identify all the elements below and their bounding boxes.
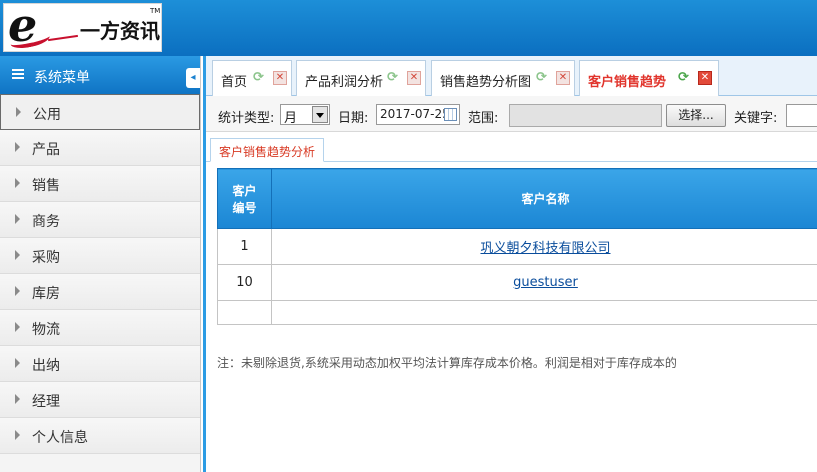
close-icon[interactable]: ✕: [407, 71, 421, 85]
subtab-bar: 客户销售趋势分析: [206, 138, 817, 162]
logo-trademark: TM: [150, 7, 161, 15]
empty-cell: [271, 300, 817, 325]
chevron-down-icon[interactable]: [312, 106, 328, 123]
chevron-right-icon: [15, 286, 20, 296]
sidebar-item-label: 个人信息: [32, 430, 88, 446]
date-input[interactable]: 2017-07-25: [376, 104, 460, 125]
choose-button[interactable]: 选择...: [666, 104, 726, 127]
customer-id-cell: 10: [217, 264, 272, 301]
table-header-row: 客户 编号 客户名称: [217, 168, 817, 229]
subtab-customer-sales-trend-analysis[interactable]: 客户销售趋势分析: [210, 138, 325, 162]
stat-type-label: 统计类型:: [218, 111, 275, 126]
sidebar-item-cashier[interactable]: 出纳: [0, 346, 200, 382]
tab-label: 销售趋势分析图: [440, 75, 532, 90]
sidebar-item-label: 公用: [33, 107, 61, 123]
tab-product-profit[interactable]: 产品利润分析 ⟳ ✕: [296, 60, 426, 96]
sidebar-item-warehouse[interactable]: 库房: [0, 274, 200, 310]
sidebar-item-sales[interactable]: 销售: [0, 166, 200, 202]
menu-list-icon: [12, 69, 24, 80]
logo-text: 一方资讯: [80, 19, 160, 43]
customer-name-cell: 巩义朝夕科技有限公司: [271, 228, 817, 265]
tab-customer-sales-trend[interactable]: 客户销售趋势 ⟳ ✕: [579, 60, 719, 96]
close-icon[interactable]: ✕: [698, 71, 712, 85]
refresh-icon[interactable]: ⟳: [536, 71, 550, 85]
chevron-right-icon: [15, 394, 20, 404]
sidebar-item-label: 产品: [32, 142, 60, 158]
chevron-right-icon: [15, 322, 20, 332]
chevron-right-icon: [15, 250, 20, 260]
filter-toolbar: 统计类型: 月 日期: 2017-07-25 范围: 选择... 关键字:: [206, 96, 817, 132]
chevron-right-icon: [15, 430, 20, 440]
date-value: 2017-07-25: [380, 107, 450, 121]
empty-cell: [217, 300, 272, 325]
keyword-input[interactable]: [786, 104, 817, 127]
table-row: 1 巩义朝夕科技有限公司: [217, 228, 817, 265]
chevron-right-icon: [15, 214, 20, 224]
sidebar-item-label: 采购: [32, 250, 60, 266]
main-panel: 首页 ⟳ ✕ 产品利润分析 ⟳ ✕ 销售趋势分析图 ⟳ ✕ 客户销售趋势 ⟳ ✕…: [203, 56, 817, 472]
date-label: 日期:: [338, 111, 369, 126]
logo: e 一方资讯 TM: [3, 0, 162, 52]
sidebar: 系统菜单 ◂ 公用 产品 销售 商务 采购 库房 物流 出纳 经理 个人信息: [0, 56, 201, 472]
tab-label: 首页: [221, 75, 248, 90]
sidebar-item-product[interactable]: 产品: [0, 130, 200, 166]
sidebar-item-manager[interactable]: 经理: [0, 382, 200, 418]
close-icon[interactable]: ✕: [556, 71, 570, 85]
customer-name-link[interactable]: guestuser: [513, 275, 578, 290]
sidebar-title: 系统菜单: [34, 70, 90, 86]
app-header: e 一方资讯 TM: [0, 0, 817, 56]
range-input[interactable]: [509, 104, 662, 127]
sidebar-item-label: 出纳: [32, 358, 60, 374]
column-header-customer-id[interactable]: 客户 编号: [217, 168, 272, 229]
chevron-right-icon: [16, 107, 21, 117]
table-row-empty: [217, 300, 817, 325]
customer-table: 客户 编号 客户名称 1 巩义朝夕科技有限公司 10 guestuser: [217, 168, 817, 325]
sidebar-item-business[interactable]: 商务: [0, 202, 200, 238]
logo-line: [48, 34, 78, 42]
column-header-customer-name[interactable]: 客户名称: [271, 168, 817, 229]
refresh-icon[interactable]: ⟳: [387, 71, 401, 85]
sidebar-item-label: 库房: [32, 286, 60, 302]
chevron-right-icon: [15, 358, 20, 368]
sidebar-item-label: 经理: [32, 394, 60, 410]
tab-bar: 首页 ⟳ ✕ 产品利润分析 ⟳ ✕ 销售趋势分析图 ⟳ ✕ 客户销售趋势 ⟳ ✕: [206, 56, 817, 96]
customer-name-cell: guestuser: [271, 264, 817, 301]
calendar-icon[interactable]: [444, 108, 457, 121]
tab-home[interactable]: 首页 ⟳ ✕: [212, 60, 292, 96]
customer-name-link[interactable]: 巩义朝夕科技有限公司: [480, 241, 610, 256]
sidebar-collapse-button[interactable]: ◂: [186, 68, 200, 88]
stat-type-select[interactable]: 月: [280, 104, 330, 126]
chevron-right-icon: [15, 178, 20, 188]
customer-id-cell: 1: [217, 228, 272, 265]
range-label: 范围:: [468, 111, 499, 126]
tab-label: 客户销售趋势: [588, 75, 667, 90]
sidebar-item-label: 商务: [32, 214, 60, 230]
refresh-icon[interactable]: ⟳: [678, 71, 692, 85]
stat-type-value: 月: [284, 111, 298, 126]
sidebar-item-logistics[interactable]: 物流: [0, 310, 200, 346]
sidebar-item-purchase[interactable]: 采购: [0, 238, 200, 274]
chevron-right-icon: [15, 142, 20, 152]
tab-sales-trend-chart[interactable]: 销售趋势分析图 ⟳ ✕: [431, 60, 575, 96]
close-icon[interactable]: ✕: [273, 71, 287, 85]
sidebar-item-profile[interactable]: 个人信息: [0, 418, 200, 454]
keyword-label: 关键字:: [734, 111, 778, 126]
footnote: 注：未剔除退货,系统采用动态加权平均法计算库存成本价格。利润是相对于库存成本的: [217, 356, 677, 370]
tab-label: 产品利润分析: [305, 75, 384, 90]
sidebar-header: 系统菜单 ◂: [0, 56, 200, 94]
refresh-icon[interactable]: ⟳: [253, 71, 267, 85]
sidebar-item-label: 销售: [32, 178, 60, 194]
sidebar-item-label: 物流: [32, 322, 60, 338]
table-row: 10 guestuser: [217, 264, 817, 301]
sidebar-item-public[interactable]: 公用: [0, 94, 200, 130]
